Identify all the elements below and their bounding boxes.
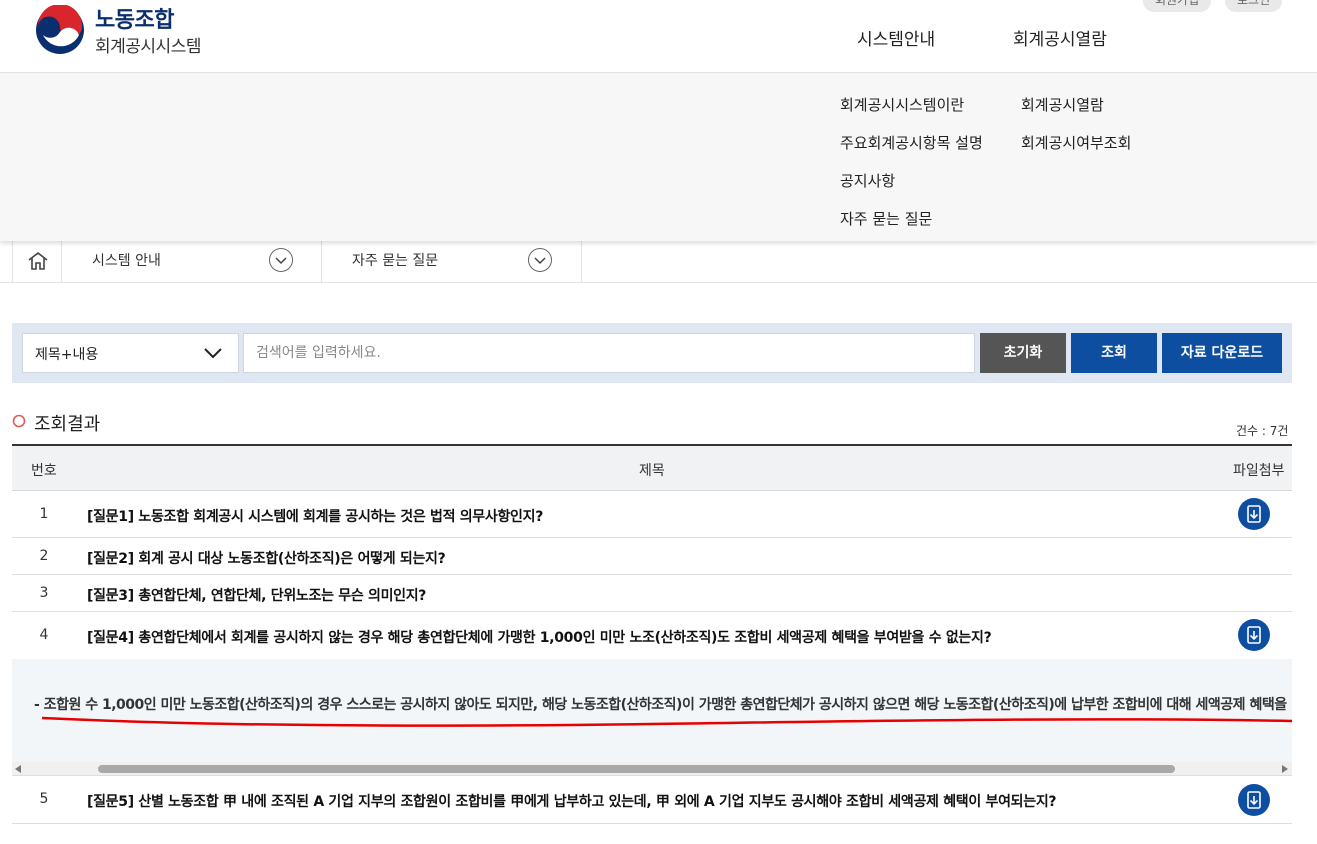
mega-menu: 회계공시시스템이란 주요회계공시항목 설명 공지사항 자주 묻는 질문 회계공시… xyxy=(0,73,1317,241)
row-number: 1 xyxy=(39,506,49,522)
nav-disclosure-view[interactable]: 회계공시열람 xyxy=(1013,25,1107,50)
breadcrumb-home[interactable] xyxy=(12,241,62,283)
signup-link[interactable]: 회원가입 xyxy=(1143,0,1212,12)
scroll-left-arrow-icon[interactable] xyxy=(15,765,23,773)
logo-subtitle[interactable]: 회계공시시스템 xyxy=(95,32,201,57)
menu-item-faq[interactable]: 자주 묻는 질문 xyxy=(840,208,932,229)
download-file-icon[interactable] xyxy=(1238,498,1270,530)
breadcrumb-level2-label: 자주 묻는 질문 xyxy=(352,253,439,269)
row-number: 3 xyxy=(39,585,49,601)
column-header-title: 제목 xyxy=(639,463,665,479)
faq-answer-panel: - 조합원 수 1,000인 미만 노동조합(산하조직)의 경우 스스로는 공시… xyxy=(12,659,1292,776)
login-link[interactable]: 로그인 xyxy=(1225,0,1283,12)
download-data-button[interactable]: 자료 다운로드 xyxy=(1162,333,1282,373)
korea-government-logo-icon[interactable] xyxy=(35,5,85,55)
search-type-value: 제목+내용 xyxy=(35,347,99,363)
table-header: 번호 제목 파일첨부 xyxy=(12,444,1292,491)
column-header-number: 번호 xyxy=(31,463,57,479)
scrollbar-thumb[interactable] xyxy=(98,765,1175,773)
column-header-attachment: 파일첨부 xyxy=(1233,463,1285,479)
home-icon xyxy=(28,251,48,270)
logo-title[interactable]: 노동조합 xyxy=(95,2,174,34)
chevron-down-icon xyxy=(204,348,222,359)
scroll-right-arrow-icon[interactable] xyxy=(1280,765,1288,773)
breadcrumb-level1[interactable]: 시스템 안내 xyxy=(62,241,322,283)
red-underline-annotation xyxy=(41,716,1292,727)
breadcrumb: 시스템 안내 자주 묻는 질문 xyxy=(0,241,1317,283)
row-title[interactable]: [질문5] 산별 노동조합 甲 내에 조직된 A 기업 지부의 조합원이 조합비… xyxy=(87,791,1057,811)
results-title: 조회결과 xyxy=(34,414,101,435)
table-row[interactable]: 4 [질문4] 총연합단체에서 회계를 공시하지 않는 경우 해당 총연합단체에… xyxy=(12,612,1292,659)
table-row[interactable]: 2 [질문2] 회계 공시 대상 노동조합(산하조직)은 어떻게 되는지? xyxy=(12,538,1292,575)
menu-item-notices[interactable]: 공지사항 xyxy=(840,170,895,191)
menu-item-disclosure-check[interactable]: 회계공시여부조회 xyxy=(1021,132,1131,153)
table-row[interactable]: 3 [질문3] 총연합단체, 연합단체, 단위노조는 무슨 의미인지? xyxy=(12,575,1292,612)
search-bar: 제목+내용 초기화 조회 자료 다운로드 xyxy=(12,323,1292,383)
row-number: 5 xyxy=(39,791,49,807)
row-title[interactable]: [질문3] 총연합단체, 연합단체, 단위노조는 무슨 의미인지? xyxy=(87,585,426,605)
search-type-select[interactable]: 제목+내용 xyxy=(22,333,239,373)
circle-bullet-icon xyxy=(12,414,26,428)
menu-item-system-intro[interactable]: 회계공시시스템이란 xyxy=(840,94,964,115)
row-number: 2 xyxy=(39,548,49,564)
site-header: 노동조합 회계공시시스템 회원가입 로그인 시스템안내 회계공시열람 xyxy=(0,0,1317,73)
horizontal-scrollbar[interactable] xyxy=(12,762,1292,775)
download-file-icon[interactable] xyxy=(1238,784,1270,816)
table-row[interactable]: 5 [질문5] 산별 노동조합 甲 내에 조직된 A 기업 지부의 조합원이 조… xyxy=(12,776,1292,824)
download-file-icon[interactable] xyxy=(1238,619,1270,651)
reset-button[interactable]: 초기화 xyxy=(980,333,1066,373)
search-input[interactable] xyxy=(243,333,975,373)
nav-system-guide[interactable]: 시스템안내 xyxy=(857,25,935,50)
row-title[interactable]: [질문1] 노동조합 회계공시 시스템에 회계를 공시하는 것은 법적 의무사항… xyxy=(87,506,543,526)
breadcrumb-level1-label: 시스템 안내 xyxy=(92,253,161,269)
row-title[interactable]: [질문4] 총연합단체에서 회계를 공시하지 않는 경우 해당 총연합단체에 가… xyxy=(87,627,992,647)
search-button[interactable]: 조회 xyxy=(1071,333,1157,373)
chevron-down-icon[interactable] xyxy=(269,248,293,272)
menu-item-main-items[interactable]: 주요회계공시항목 설명 xyxy=(840,132,983,153)
results-count: 건수 : 7건 xyxy=(1236,424,1289,438)
menu-item-disclosure-view[interactable]: 회계공시열람 xyxy=(1021,94,1104,115)
chevron-down-icon[interactable] xyxy=(528,248,552,272)
row-title[interactable]: [질문2] 회계 공시 대상 노동조합(산하조직)은 어떻게 되는지? xyxy=(87,548,446,568)
breadcrumb-level2[interactable]: 자주 묻는 질문 xyxy=(322,241,582,283)
row-number: 4 xyxy=(39,627,49,643)
table-row[interactable]: 1 [질문1] 노동조합 회계공시 시스템에 회계를 공시하는 것은 법적 의무… xyxy=(12,491,1292,538)
